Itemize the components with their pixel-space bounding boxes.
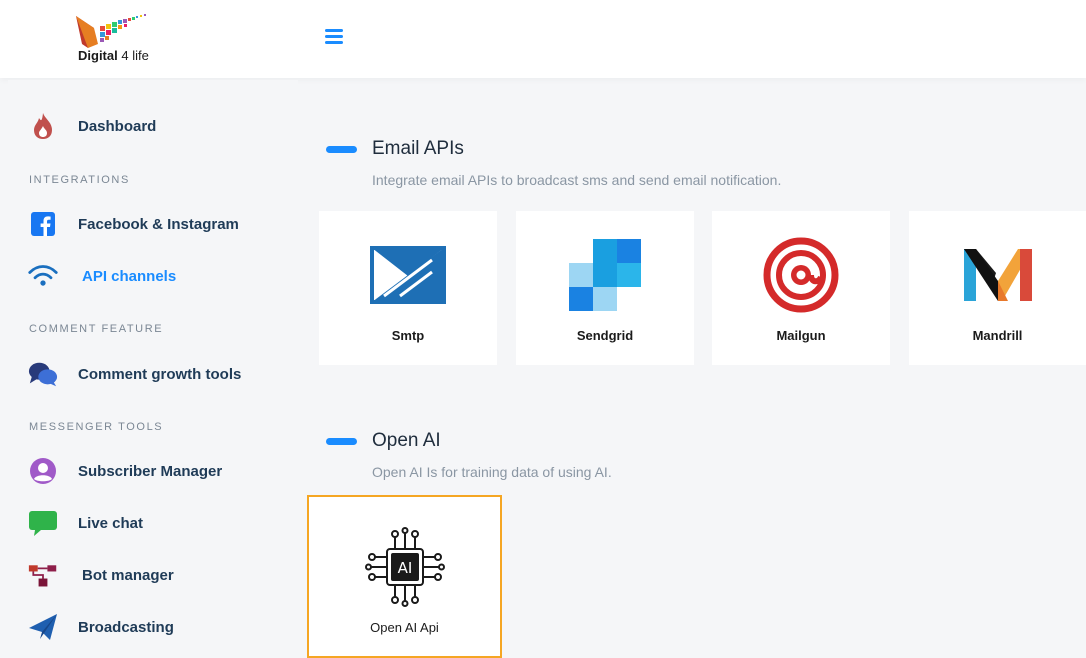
sidebar-item-label: Subscriber Manager xyxy=(78,462,223,480)
section-title-integrations: INTEGRATIONS xyxy=(29,174,130,186)
sidebar-item-label: Bot manager xyxy=(82,566,174,584)
mailgun-icon xyxy=(761,235,841,315)
open-ai-api-card[interactable]: AI Open AI Api xyxy=(307,495,502,658)
card-label: Mailgun xyxy=(776,328,826,343)
sidebar-item-label: Broadcasting xyxy=(78,618,174,636)
flame-icon xyxy=(28,111,58,141)
user-circle-icon xyxy=(28,456,58,486)
sidebar-item-api-channels[interactable]: API channels xyxy=(28,260,176,292)
mailgun-card[interactable]: Mailgun xyxy=(712,211,890,365)
sidebar-item-label: Dashboard xyxy=(78,117,157,135)
facebook-icon xyxy=(28,209,58,239)
section-title: Open AI xyxy=(372,430,441,451)
menu-toggle-button[interactable] xyxy=(325,29,343,45)
card-label: Sendgrid xyxy=(576,328,634,343)
top-header: Digital 4 life xyxy=(0,0,1086,78)
hamburger-icon xyxy=(325,29,343,32)
sidebar-item-broadcasting[interactable]: Broadcasting xyxy=(28,611,174,643)
sidebar-item-label: Comment growth tools xyxy=(78,365,242,383)
chat-bubbles-icon xyxy=(28,359,58,389)
mandrill-card[interactable]: Mandrill xyxy=(909,211,1086,365)
sidebar-item-facebook-instagram[interactable]: Facebook & Instagram xyxy=(28,208,239,240)
ai-chip-text: AI xyxy=(397,559,412,577)
sidebar-item-dashboard[interactable]: Dashboard xyxy=(28,110,156,142)
open-ai-header: Open AI xyxy=(326,430,441,452)
sendgrid-card[interactable]: Sendgrid xyxy=(516,211,694,365)
section-marker xyxy=(326,437,357,445)
section-description: Integrate email APIs to broadcast sms an… xyxy=(372,172,782,188)
sidebar-item-live-chat[interactable]: Live chat xyxy=(28,507,143,539)
wifi-icon xyxy=(28,261,58,291)
email-apis-header: Email APIs xyxy=(326,138,464,160)
sidebar-item-comment-growth-tools[interactable]: Comment growth tools xyxy=(28,358,241,390)
card-label: Open AI Api xyxy=(370,620,439,635)
message-icon xyxy=(28,508,58,538)
section-marker xyxy=(326,145,357,153)
ai-chip-icon: AI xyxy=(364,527,445,607)
section-title-messenger-tools: MESSENGER TOOLS xyxy=(29,421,164,433)
sidebar: Dashboard INTEGRATIONS Facebook & Instag… xyxy=(8,80,298,658)
section-title-comment-feature: COMMENT FEATURE xyxy=(29,323,164,335)
logo-suffix: 4 life xyxy=(121,48,149,63)
section-description: Open AI Is for training data of using AI… xyxy=(372,464,612,480)
logo-text: Digital 4 life xyxy=(78,48,149,63)
mandrill-icon xyxy=(958,235,1038,315)
sidebar-item-label: API channels xyxy=(82,267,177,285)
smtp-icon xyxy=(368,235,448,315)
smtp-card[interactable]: Smtp xyxy=(319,211,497,365)
flow-icon xyxy=(28,560,58,590)
logo-brand: Digital xyxy=(78,48,118,63)
sidebar-item-label: Live chat xyxy=(78,514,144,532)
sidebar-item-bot-manager[interactable]: Bot manager xyxy=(28,559,174,591)
sidebar-item-label: Facebook & Instagram xyxy=(78,215,239,233)
section-title: Email APIs xyxy=(372,138,464,159)
paper-plane-icon xyxy=(28,612,58,642)
card-label: Mandrill xyxy=(972,328,1023,343)
card-label: Smtp xyxy=(391,328,425,343)
sendgrid-icon xyxy=(565,235,645,315)
logo-mark-icon xyxy=(76,14,146,48)
sidebar-item-subscriber-manager[interactable]: Subscriber Manager xyxy=(28,455,222,487)
